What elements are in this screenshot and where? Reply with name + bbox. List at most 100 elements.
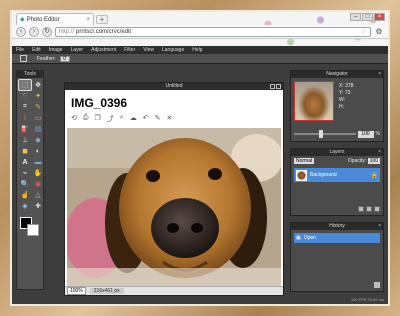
zoom-slider[interactable]: [294, 130, 356, 138]
nav-y-value: 73: [344, 90, 351, 96]
tool-options-bar: Feather: 0: [12, 54, 388, 64]
layers-title-bar: Layers ×: [291, 149, 383, 156]
history-title: History: [329, 223, 345, 229]
navigator-panel: Navigator × X: 378 Y: 73 W: H: 100 %: [290, 70, 384, 142]
layers-close-icon[interactable]: ×: [378, 149, 381, 156]
tab-title: Photo Editor: [26, 16, 60, 23]
opacity-input[interactable]: 100: [367, 158, 380, 164]
close-icon[interactable]: ✕: [166, 114, 172, 124]
navigator-zoom-control: 100 %: [294, 130, 380, 138]
lasso-tool-icon[interactable]: ➰: [19, 91, 31, 101]
menu-image[interactable]: Image: [49, 47, 63, 53]
delete-layer-icon[interactable]: [374, 206, 380, 212]
document-close-button[interactable]: [276, 84, 281, 89]
document-status-bar: 100% 316x461 px: [65, 286, 283, 295]
smudge-tool-icon[interactable]: ☝: [19, 190, 31, 200]
search-icon[interactable]: ⌕: [120, 114, 124, 124]
zoom-percentage[interactable]: 100%: [67, 287, 86, 295]
feather-input[interactable]: 0: [59, 55, 70, 62]
wrench-menu-icon[interactable]: ⚙: [374, 27, 384, 37]
canvas-area[interactable]: IMG_0396 ⟲ ⎙ ❐ ⤴ ⌕ ☁ ↶ ✎ ✕: [65, 90, 283, 288]
marquee-option-icon[interactable]: [20, 55, 27, 62]
blur-tool-icon[interactable]: ◆: [32, 135, 44, 145]
maximize-button[interactable]: □: [362, 13, 373, 21]
minimize-button[interactable]: –: [350, 13, 361, 21]
browser-tab[interactable]: ◆ Photo Editor ×: [16, 13, 94, 25]
red-eye-tool-icon[interactable]: ◉: [32, 179, 44, 189]
image-toolbar: ⟲ ⎙ ❐ ⤴ ⌕ ☁ ↶ ✎ ✕: [71, 114, 172, 124]
back-arrow-icon[interactable]: ‹: [16, 26, 26, 37]
menu-file[interactable]: File: [16, 47, 24, 53]
address-url: prntscr.com/crvc/edit: [76, 28, 132, 35]
pencil-tool-icon[interactable]: ✎: [32, 102, 44, 112]
feather-label: Feather:: [37, 55, 56, 62]
document-window-controls: [270, 83, 281, 89]
zoom-tool-icon[interactable]: 🔍: [19, 179, 31, 189]
layer-row[interactable]: Background 🔒: [294, 168, 380, 182]
screenshot-area: ◆ Photo Editor × + – □ × ‹ › ↻ http:// p…: [10, 10, 390, 306]
lock-icon[interactable]: 🔒: [371, 172, 378, 179]
marquee-tool-icon[interactable]: ⬚: [18, 79, 32, 91]
zoom-slider-knob[interactable]: [318, 130, 323, 138]
text-tool-icon[interactable]: A: [19, 157, 31, 167]
eraser-tool-icon[interactable]: ▭: [32, 113, 44, 123]
menu-edit[interactable]: Edit: [32, 47, 41, 53]
undo-icon[interactable]: ↶: [143, 114, 149, 124]
blend-mode-select[interactable]: Normal: [294, 158, 315, 164]
magic-wand-icon[interactable]: ✦: [32, 91, 44, 101]
reload-icon[interactable]: ↻: [42, 26, 52, 37]
address-bar[interactable]: http:// prntscr.com/crvc/edit ☆: [55, 26, 371, 37]
menu-help[interactable]: Help: [192, 47, 202, 53]
rotate-icon[interactable]: ⟲: [71, 114, 77, 124]
new-tab-button[interactable]: +: [96, 15, 108, 24]
address-protocol: http://: [59, 28, 75, 35]
menu-view[interactable]: View: [143, 47, 154, 53]
share-icon[interactable]: ⤴: [107, 114, 114, 124]
heal-tool-icon[interactable]: ✚: [32, 201, 44, 211]
sponge-tool-icon[interactable]: ◼: [19, 146, 31, 156]
stamp-tool-icon[interactable]: ⊥: [19, 135, 31, 145]
layer-footer-buttons: [294, 206, 380, 212]
navigator-thumbnail[interactable]: [294, 81, 334, 121]
history-delete-icon[interactable]: [374, 282, 380, 288]
bookmark-star-icon[interactable]: ☆: [360, 27, 367, 36]
layer-style-icon[interactable]: [358, 206, 364, 212]
new-layer-icon[interactable]: [366, 206, 372, 212]
menu-filter[interactable]: Filter: [124, 47, 135, 53]
opacity-label: Opacity:: [347, 158, 367, 164]
menu-adjustment[interactable]: Adjustment: [91, 47, 116, 53]
history-panel: History × ▣ Open: [290, 222, 384, 292]
color-swatches: [20, 217, 40, 237]
crop-tool-icon[interactable]: ⌗: [19, 102, 31, 112]
gradient-tool-icon[interactable]: ▤: [32, 124, 44, 134]
copy-icon[interactable]: ❐: [94, 114, 100, 124]
dodge-tool-icon[interactable]: ◐: [32, 146, 44, 156]
history-entry-label: Open: [303, 235, 316, 241]
document-maximize-button[interactable]: [270, 84, 275, 89]
history-close-icon[interactable]: ×: [378, 223, 381, 230]
forward-arrow-icon[interactable]: ›: [29, 26, 39, 37]
close-window-button[interactable]: ×: [374, 13, 385, 21]
upload-icon[interactable]: ☁: [130, 114, 137, 124]
edit-icon[interactable]: ✎: [155, 114, 161, 124]
print-icon[interactable]: ⎙: [83, 114, 89, 124]
navigator-close-icon[interactable]: ×: [378, 71, 381, 78]
sharpen-tool-icon[interactable]: △: [32, 190, 44, 200]
tool-grid: ⬚ ✥ ➰ ✦ ⌗ ✎ ⌇ ▭ ⛽ ▤ ⊥ ◆ ◼ ◐ A ▬ ⌁ ✋ 🔍 ◉ …: [17, 78, 43, 213]
menu-language[interactable]: Language: [162, 47, 184, 53]
menu-layer[interactable]: Layer: [71, 47, 84, 53]
eyedropper-tool-icon[interactable]: ⌁: [19, 168, 31, 178]
zoom-input[interactable]: 100: [357, 130, 374, 138]
tab-close-icon[interactable]: ×: [86, 17, 90, 23]
image-dimensions: 316x461 px: [89, 288, 124, 294]
background-color-swatch[interactable]: [27, 224, 39, 236]
brush-tool-icon[interactable]: ⌇: [19, 113, 31, 123]
move-tool-icon[interactable]: ✥: [32, 80, 44, 90]
shape-tool-icon[interactable]: ▬: [32, 157, 44, 167]
bucket-tool-icon[interactable]: ⛽: [19, 124, 31, 134]
color-replace-tool-icon[interactable]: ◈: [19, 201, 31, 211]
history-entry[interactable]: ▣ Open: [294, 233, 380, 243]
tab-favicon-icon: ◆: [20, 17, 25, 23]
editor-workspace: Tools ⬚ ✥ ➰ ✦ ⌗ ✎ ⌇ ▭ ⛽ ▤ ⊥ ◆ ◼ ◐ A ▬ ⌁ …: [12, 64, 388, 304]
hand-tool-icon[interactable]: ✋: [32, 168, 44, 178]
